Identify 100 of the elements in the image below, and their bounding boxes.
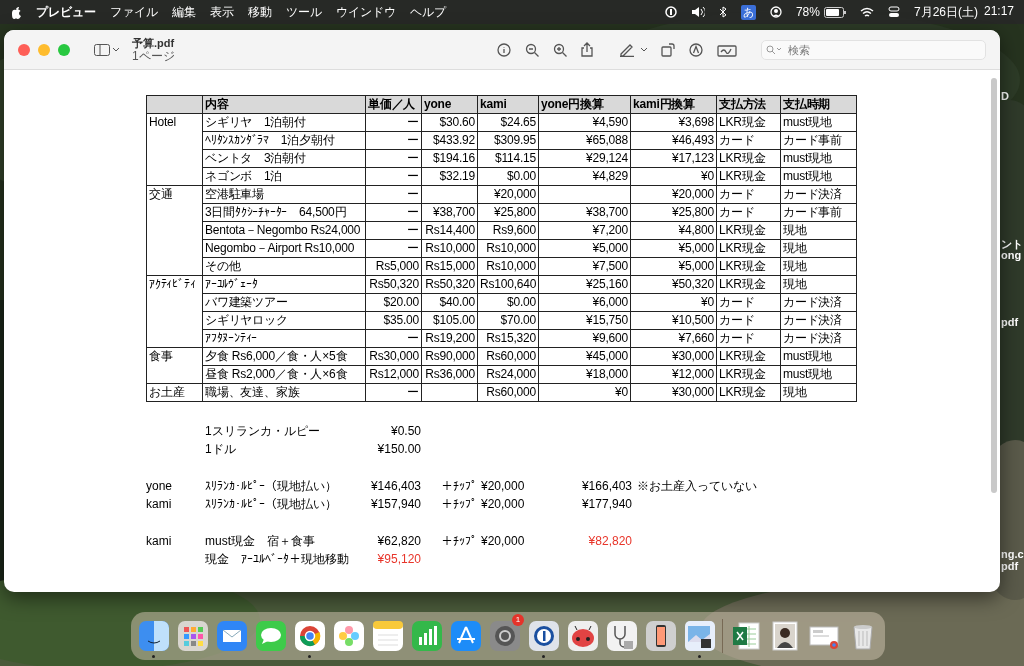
table-cell: 現地 <box>780 221 857 240</box>
search-icon[interactable] <box>766 44 784 55</box>
desktop-file-label[interactable]: ong <box>1001 249 1022 261</box>
table-cell: must現地 <box>780 167 857 186</box>
table-cell: LKR現金 <box>716 221 781 240</box>
menu-item[interactable]: ウインドウ <box>336 3 396 21</box>
volume-icon[interactable] <box>690 6 705 18</box>
signature-icon[interactable] <box>717 42 737 57</box>
chat-bubble-icon[interactable] <box>255 621 286 651</box>
menu-item[interactable]: 表示 <box>210 3 234 21</box>
table-cell: シギリヤロック <box>202 311 366 330</box>
summary-total: ¥82,820 <box>587 534 632 548</box>
control-center-icon[interactable] <box>887 6 900 18</box>
summary-description: ｽﾘﾗﾝｶ･ﾙﾋﾟｰ（現地払い） <box>205 477 338 495</box>
table-cell: $105.00 <box>421 311 478 330</box>
summary-description: 1ドル <box>205 440 237 458</box>
table-cell: シギリヤ 1泊朝付 <box>202 113 366 132</box>
notepad-icon[interactable] <box>372 621 403 651</box>
table-cell: ー <box>365 383 422 402</box>
markup-pen-button[interactable] <box>619 42 647 57</box>
share-icon[interactable] <box>581 42 593 57</box>
stethoscope-icon[interactable] <box>606 621 637 651</box>
desktop-file-label[interactable]: pdf <box>1001 316 1019 328</box>
table-cell: ¥9,600 <box>538 329 631 348</box>
table-cell: ー <box>365 329 422 348</box>
category-cell: 食事 <box>146 347 203 384</box>
photo-viewer-icon[interactable] <box>684 621 715 651</box>
person-photo-icon[interactable] <box>769 621 800 651</box>
app-menu[interactable]: プレビュー <box>36 3 96 21</box>
menu-item[interactable]: 編集 <box>172 3 196 21</box>
summary-description: must現金 宿＋食事 <box>205 532 316 550</box>
table-cell: ー <box>365 203 422 222</box>
table-cell: ¥0 <box>630 167 717 186</box>
table-cell: $20.00 <box>365 293 422 312</box>
info-icon[interactable] <box>497 42 511 57</box>
input-mode-indicator[interactable]: あ <box>740 4 756 20</box>
date[interactable]: 7月26日(土) <box>913 3 978 21</box>
zoom-out-icon[interactable] <box>525 42 539 57</box>
table-cell: ¥0 <box>538 383 631 402</box>
store-icon[interactable] <box>450 621 481 651</box>
table-cell: must現地 <box>780 347 857 366</box>
user-icon[interactable] <box>769 6 782 18</box>
table-cell: Rs90,000 <box>421 347 478 366</box>
phone-icon[interactable] <box>645 621 676 651</box>
table-cell: must現地 <box>780 113 857 132</box>
keyhole-icon[interactable] <box>528 621 559 651</box>
zoom-in-icon[interactable] <box>553 42 567 57</box>
search-field[interactable]: 検索 <box>761 39 986 60</box>
close-button[interactable] <box>18 43 30 56</box>
markup-icon[interactable] <box>689 42 703 57</box>
table-cell: ¥45,000 <box>538 347 631 366</box>
summary-amount: ¥146,403 <box>369 479 421 493</box>
menu-item[interactable]: ヘルプ <box>410 3 446 21</box>
flower-icon[interactable] <box>333 621 364 651</box>
finder-face-icon[interactable] <box>138 621 169 651</box>
summary-amount: ¥95,120 <box>376 552 421 566</box>
table-cell: 現地 <box>780 383 857 402</box>
clock[interactable]: 21:17 <box>983 3 1014 21</box>
table-cell: ¥5,000 <box>538 239 631 258</box>
table-cell: ¥20,000 <box>630 185 717 204</box>
table-cell: Rs14,400 <box>421 221 478 240</box>
table-cell: Rs24,000 <box>477 365 539 384</box>
menu-item[interactable]: ツール <box>286 3 322 21</box>
browser-icon[interactable] <box>294 621 325 651</box>
table-cell: ¥65,088 <box>538 131 631 150</box>
table-cell: ¥3,698 <box>630 113 717 132</box>
category-cell: 交通 <box>146 185 203 276</box>
spreadsheet-icon[interactable] <box>730 621 761 651</box>
table-cell: Rs50,320 <box>365 275 422 294</box>
tip-amount: ¥20,000 <box>481 497 526 511</box>
battery-icon[interactable] <box>823 6 846 18</box>
scrollbar[interactable] <box>991 78 997 493</box>
table-cell: ー <box>365 239 422 258</box>
mail-icon[interactable] <box>216 621 247 651</box>
table-cell: ¥30,000 <box>630 347 717 366</box>
ladybug-icon[interactable] <box>567 621 598 651</box>
bar-chart-icon[interactable] <box>411 621 442 651</box>
table-cell: 現地 <box>780 275 857 294</box>
table-cell: カード決済 <box>780 329 857 348</box>
wifi-icon[interactable] <box>859 6 874 18</box>
desktop-file-label[interactable]: D <box>1001 90 1009 102</box>
rotate-icon[interactable] <box>661 42 675 57</box>
tip-label: ＋ﾁｯﾌﾟ <box>441 497 478 511</box>
menu-item[interactable]: 移動 <box>248 3 272 21</box>
column-header: yone <box>421 95 478 114</box>
desktop-file-label[interactable]: ng.c <box>1001 548 1024 560</box>
table-cell: $70.00 <box>477 311 539 330</box>
table-cell: $40.00 <box>421 293 478 312</box>
sidebar-toggle-button[interactable] <box>94 43 120 56</box>
desktop-file-label[interactable]: pdf <box>1001 560 1019 572</box>
table-cell: $32.19 <box>421 167 478 186</box>
table-cell: ¥50,320 <box>630 275 717 294</box>
apple-icon[interactable] <box>10 5 22 19</box>
bluetooth-icon[interactable] <box>718 6 727 18</box>
table-cell: ¥18,000 <box>538 365 631 384</box>
desktop-file-label[interactable]: ント <box>1001 237 1023 252</box>
table-cell: Rs15,000 <box>421 257 478 276</box>
menu-item[interactable]: ファイル <box>110 3 158 21</box>
app-grid-icon[interactable] <box>177 621 208 651</box>
table-cell: ¥0 <box>630 293 717 312</box>
